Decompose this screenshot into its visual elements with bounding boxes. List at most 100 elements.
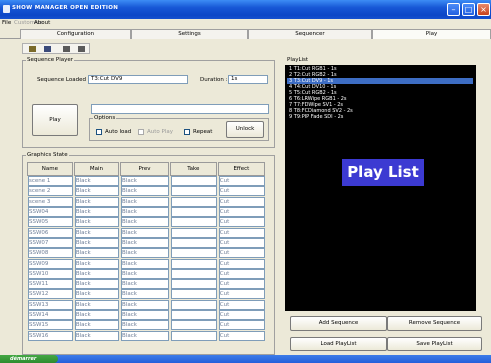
add-sequence-button[interactable]: Add Sequence	[290, 316, 387, 331]
tab-play[interactable]: Play	[372, 29, 491, 39]
maximize-button[interactable]: □	[462, 3, 475, 16]
effect-cell-field[interactable]: Cut	[218, 258, 265, 269]
main-cell-field[interactable]: Black	[74, 248, 120, 259]
effect-cell-field[interactable]: Cut	[218, 268, 265, 279]
take-cell-field[interactable]	[170, 186, 217, 197]
take-cell-field[interactable]	[170, 320, 217, 331]
main-cell-field[interactable]: Black	[74, 186, 120, 197]
take-cell-field[interactable]	[170, 330, 217, 341]
effect-cell-field[interactable]: Cut	[218, 217, 265, 228]
table-row[interactable]: SSW14 Black Black Cut	[27, 310, 265, 320]
close-button[interactable]: ×	[477, 3, 490, 16]
duration-field[interactable]: 1s	[228, 75, 268, 84]
table-row[interactable]: SSW09 Black Black Cut	[27, 258, 265, 269]
playlist-listbox[interactable]: 1 T1:Cut RGB1 - 1s 2 T2:Cut RGB2 - 1s 3 T3…	[285, 65, 476, 311]
effect-cell-field[interactable]: Cut	[218, 320, 265, 331]
save-as-icon[interactable]	[78, 46, 85, 52]
effect-cell-field[interactable]: Cut	[218, 237, 265, 248]
take-cell-field[interactable]	[170, 258, 217, 269]
main-cell-field[interactable]: Black	[74, 217, 120, 228]
main-cell-field[interactable]: Black	[74, 196, 120, 207]
table-row[interactable]: SSW13 Black Black Cut	[27, 299, 265, 310]
effect-cell-field[interactable]: Cut	[218, 299, 265, 310]
name-cell-field[interactable]: SSW15	[28, 320, 73, 331]
table-row[interactable]: SSW12 Black Black Cut	[27, 289, 265, 300]
take-cell-field[interactable]	[170, 310, 217, 320]
tab-sequencer[interactable]: Sequencer	[248, 29, 372, 39]
effect-cell-field[interactable]: Cut	[218, 330, 265, 341]
save-playlist-button[interactable]: Save PlayList	[387, 337, 482, 351]
name-cell-field[interactable]: scene 3	[28, 196, 73, 207]
take-cell-field[interactable]	[170, 196, 217, 207]
name-cell-field[interactable]: SSW16	[28, 330, 73, 341]
prev-cell-field[interactable]: Black	[121, 310, 169, 320]
prev-cell-field[interactable]: Black	[121, 186, 169, 197]
table-row[interactable]: SSW11 Black Black Cut	[27, 279, 265, 290]
take-cell-field[interactable]	[170, 248, 217, 259]
column-prev[interactable]: Prev	[120, 162, 169, 176]
table-row[interactable]: SSW10 Black Black Cut	[27, 268, 265, 279]
unlock-button[interactable]: Unlock	[226, 121, 264, 138]
table-row[interactable]: SSW04 Black Black Cut	[27, 207, 265, 218]
main-cell-field[interactable]: Black	[74, 207, 120, 218]
prev-cell-field[interactable]: Black	[121, 258, 169, 269]
column-effect[interactable]: Effect	[217, 162, 265, 176]
main-cell-field[interactable]: Black	[74, 176, 120, 187]
name-cell-field[interactable]: SSW14	[28, 310, 73, 320]
name-cell-field[interactable]: SSW07	[28, 237, 73, 248]
prev-cell-field[interactable]: Black	[121, 207, 169, 218]
repeat-checkbox[interactable]	[184, 129, 190, 135]
take-cell-field[interactable]	[170, 176, 217, 187]
main-cell-field[interactable]: Black	[74, 310, 120, 320]
main-cell-field[interactable]: Black	[74, 330, 120, 341]
main-cell-field[interactable]: Black	[74, 320, 120, 331]
name-cell-field[interactable]: SSW13	[28, 299, 73, 310]
take-cell-field[interactable]	[170, 268, 217, 279]
main-cell-field[interactable]: Black	[74, 227, 120, 238]
effect-cell-field[interactable]: Cut	[218, 207, 265, 218]
prev-cell-field[interactable]: Black	[121, 289, 169, 300]
prev-cell-field[interactable]: Black	[121, 330, 169, 341]
table-row[interactable]: scene 3 Black Black Cut	[27, 196, 265, 207]
name-cell-field[interactable]: SSW09	[28, 258, 73, 269]
table-row[interactable]: SSW05 Black Black Cut	[27, 217, 265, 228]
table-row[interactable]: SSW15 Black Black Cut	[27, 320, 265, 331]
name-cell-field[interactable]: scene 2	[28, 186, 73, 197]
name-cell-field[interactable]: SSW10	[28, 268, 73, 279]
load-playlist-button[interactable]: Load PlayList	[290, 337, 387, 351]
main-cell-field[interactable]: Black	[74, 268, 120, 279]
table-row[interactable]: SSW07 Black Black Cut	[27, 237, 265, 248]
effect-cell-field[interactable]: Cut	[218, 176, 265, 187]
table-row[interactable]: scene 2 Black Black Cut	[27, 186, 265, 197]
column-name[interactable]: Name	[27, 162, 73, 176]
menu-about[interactable]: About	[34, 20, 50, 26]
table-row[interactable]: SSW06 Black Black Cut	[27, 227, 265, 238]
table-row[interactable]: SSW08 Black Black Cut	[27, 248, 265, 259]
name-cell-field[interactable]: SSW12	[28, 289, 73, 300]
main-cell-field[interactable]: Black	[74, 237, 120, 248]
take-cell-field[interactable]	[170, 279, 217, 290]
prev-cell-field[interactable]: Black	[121, 176, 169, 187]
take-cell-field[interactable]	[170, 217, 217, 228]
prev-cell-field[interactable]: Black	[121, 237, 169, 248]
main-cell-field[interactable]: Black	[74, 289, 120, 300]
menu-file[interactable]: File	[2, 20, 11, 26]
effect-cell-field[interactable]: Cut	[218, 186, 265, 197]
title-bar[interactable]: SHOW MANAGER OPEN EDITION – □ ×	[0, 0, 491, 19]
effect-cell-field[interactable]: Cut	[218, 289, 265, 300]
name-cell-field[interactable]: SSW08	[28, 248, 73, 259]
name-cell-field[interactable]: SSW06	[28, 227, 73, 238]
effect-cell-field[interactable]: Cut	[218, 279, 265, 290]
minimize-button[interactable]: –	[447, 3, 460, 16]
take-cell-field[interactable]	[170, 237, 217, 248]
effect-cell-field[interactable]: Cut	[218, 248, 265, 259]
play-button[interactable]: Play	[32, 104, 78, 136]
take-cell-field[interactable]	[170, 207, 217, 218]
column-main[interactable]: Main	[73, 162, 120, 176]
take-cell-field[interactable]	[170, 289, 217, 300]
column-take[interactable]: Take	[169, 162, 217, 176]
save-icon[interactable]	[44, 46, 51, 52]
open-folder-icon[interactable]	[29, 46, 36, 52]
tab-settings[interactable]: Settings	[131, 29, 248, 39]
prev-cell-field[interactable]: Black	[121, 248, 169, 259]
